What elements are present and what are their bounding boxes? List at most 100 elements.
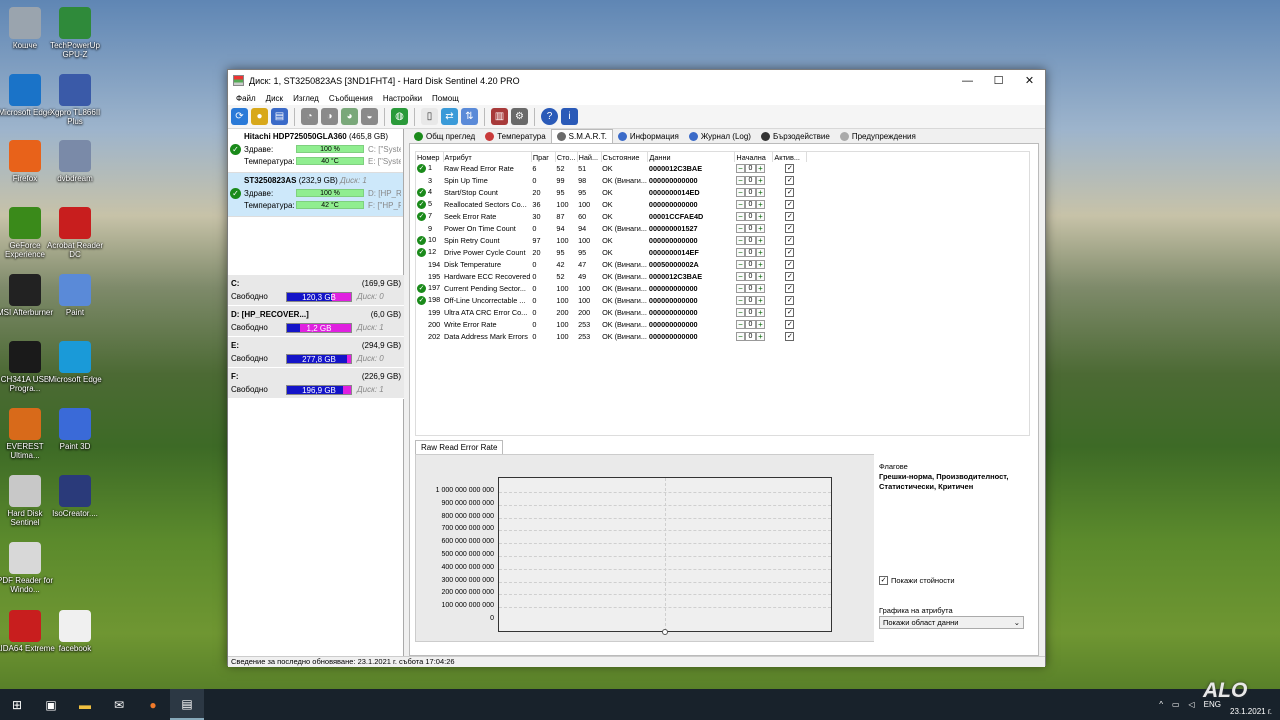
active-checkbox[interactable]: ✓ bbox=[785, 296, 795, 305]
title-bar[interactable]: Диск: 1, ST3250823AS [3ND1FHT4] - Hard D… bbox=[228, 70, 1045, 91]
desktop-shortcut[interactable]: TechPowerUp GPU-Z bbox=[45, 7, 105, 59]
menu-file[interactable]: Файл bbox=[231, 94, 261, 103]
clock-date[interactable]: 23.1.2021 г. bbox=[1230, 707, 1272, 716]
show-values-checkbox[interactable]: ✓ bbox=[879, 576, 888, 585]
volume-item[interactable]: D: [HP_RECOVER...] (6,0 GB) Свободно 1,2 G… bbox=[228, 306, 404, 337]
tab-2[interactable]: S.M.A.R.T. bbox=[550, 129, 613, 143]
settings-gear-icon[interactable]: ⚙ bbox=[511, 108, 528, 125]
firefox-taskbar-icon[interactable]: ● bbox=[136, 689, 170, 720]
column-header[interactable]: Данни bbox=[647, 152, 736, 162]
desktop-shortcut[interactable]: facebook bbox=[45, 610, 105, 653]
disk-status-icon[interactable]: ● bbox=[251, 108, 268, 125]
decrease-button[interactable]: − bbox=[735, 163, 745, 173]
decrease-button[interactable]: − bbox=[735, 283, 745, 293]
active-checkbox[interactable]: ✓ bbox=[785, 284, 795, 293]
increase-button[interactable]: + bbox=[755, 319, 765, 329]
file-explorer-icon[interactable]: ▬ bbox=[68, 689, 102, 720]
initial-value[interactable]: 0 bbox=[744, 295, 756, 305]
active-checkbox[interactable]: ✓ bbox=[785, 236, 795, 245]
increase-button[interactable]: + bbox=[755, 235, 765, 245]
disk-test-icon[interactable]: ◔ bbox=[301, 108, 318, 125]
column-header[interactable]: Сто... bbox=[555, 152, 578, 162]
increase-button[interactable]: + bbox=[755, 259, 765, 269]
table-row[interactable]: ✓ 197 Current Pending Sector... 0 100 10… bbox=[416, 282, 807, 294]
disk-tools-icon[interactable]: ◕ bbox=[341, 108, 358, 125]
sync-icon[interactable]: ⇄ bbox=[441, 108, 458, 125]
column-header[interactable]: Номер bbox=[416, 152, 444, 162]
active-checkbox[interactable]: ✓ bbox=[785, 212, 795, 221]
initial-value[interactable]: 0 bbox=[744, 283, 756, 293]
maximize-button[interactable]: ☐ bbox=[983, 70, 1014, 91]
initial-value[interactable]: 0 bbox=[744, 319, 756, 329]
increase-button[interactable]: + bbox=[755, 283, 765, 293]
initial-value[interactable]: 0 bbox=[744, 199, 756, 209]
tab-0[interactable]: Общ преглед bbox=[409, 129, 480, 143]
active-checkbox[interactable]: ✓ bbox=[785, 308, 795, 317]
minimize-button[interactable]: — bbox=[952, 70, 983, 91]
table-row[interactable]: 3 Spin Up Time 0 99 98 OK (Винаги... 000… bbox=[416, 174, 807, 186]
desktop-shortcut[interactable]: Paint 3D bbox=[45, 408, 105, 451]
volume-item[interactable]: C: (169,9 GB) Свободно 120,3 GB Диск: 0 bbox=[228, 275, 404, 306]
decrease-button[interactable]: − bbox=[735, 307, 745, 317]
chart-icon[interactable]: ▥ bbox=[491, 108, 508, 125]
acoustic-icon[interactable]: ◒ bbox=[361, 108, 378, 125]
table-row[interactable]: 194 Disk Temperature 0 42 47 OK (Винаги.… bbox=[416, 258, 807, 270]
increase-button[interactable]: + bbox=[755, 223, 765, 233]
store-icon[interactable]: ▣ bbox=[34, 689, 68, 720]
refresh-icon[interactable]: ⟳ bbox=[231, 108, 248, 125]
initial-value[interactable]: 0 bbox=[744, 331, 756, 341]
table-row[interactable]: ✓ 5 Reallocated Sectors Co... 36 100 100… bbox=[416, 198, 807, 210]
menu-view[interactable]: Изглед bbox=[288, 94, 324, 103]
volume-item[interactable]: E: (294,9 GB) Свободно 277,8 GB Диск: 0 bbox=[228, 337, 404, 368]
column-header[interactable]: Праг bbox=[531, 152, 556, 162]
active-checkbox[interactable]: ✓ bbox=[785, 188, 795, 197]
column-header[interactable]: Състояние bbox=[601, 152, 649, 162]
tab-6[interactable]: Предупреждения bbox=[835, 129, 921, 143]
decrease-button[interactable]: − bbox=[735, 295, 745, 305]
increase-button[interactable]: + bbox=[755, 247, 765, 257]
initial-value[interactable]: 0 bbox=[744, 175, 756, 185]
attr-graph-select[interactable]: Покажи област данни ⌄ bbox=[879, 616, 1024, 629]
increase-button[interactable]: + bbox=[755, 331, 765, 341]
network-icon[interactable]: ⇅ bbox=[461, 108, 478, 125]
decrease-button[interactable]: − bbox=[735, 175, 745, 185]
increase-button[interactable]: + bbox=[755, 187, 765, 197]
desktop-shortcut[interactable]: PDF Reader for Windo... bbox=[0, 542, 55, 594]
decrease-button[interactable]: − bbox=[735, 247, 745, 257]
surface-test-icon[interactable]: ◑ bbox=[321, 108, 338, 125]
initial-value[interactable]: 0 bbox=[744, 247, 756, 257]
desktop-shortcut[interactable]: Acrobat Reader DC bbox=[45, 207, 105, 259]
initial-value[interactable]: 0 bbox=[744, 211, 756, 221]
decrease-button[interactable]: − bbox=[735, 319, 745, 329]
increase-button[interactable]: + bbox=[755, 175, 765, 185]
document-icon[interactable]: ▯ bbox=[421, 108, 438, 125]
hdsentinel-taskbar-icon[interactable]: ▤ bbox=[170, 689, 204, 720]
increase-button[interactable]: + bbox=[755, 163, 765, 173]
increase-button[interactable]: + bbox=[755, 307, 765, 317]
table-row[interactable]: ✓ 7 Seek Error Rate 30 87 60 OK 00001CCF… bbox=[416, 210, 807, 222]
report-icon[interactable]: ▤ bbox=[271, 108, 288, 125]
globe-icon[interactable]: ◍ bbox=[391, 108, 408, 125]
desktop-shortcut[interactable]: Xgpro TL866II Plus bbox=[45, 74, 105, 126]
decrease-button[interactable]: − bbox=[735, 223, 745, 233]
increase-button[interactable]: + bbox=[755, 295, 765, 305]
active-checkbox[interactable]: ✓ bbox=[785, 200, 795, 209]
initial-value[interactable]: 0 bbox=[744, 259, 756, 269]
table-row[interactable]: 199 Ultra ATA CRC Error Co... 0 200 200 … bbox=[416, 306, 807, 318]
active-checkbox[interactable]: ✓ bbox=[785, 224, 795, 233]
table-row[interactable]: ✓ 12 Drive Power Cycle Count 20 95 95 OK… bbox=[416, 246, 807, 258]
decrease-button[interactable]: − bbox=[735, 271, 745, 281]
start-icon[interactable]: ⊞ bbox=[0, 689, 34, 720]
tab-3[interactable]: Информация bbox=[613, 129, 684, 143]
active-checkbox[interactable]: ✓ bbox=[785, 164, 795, 173]
decrease-button[interactable]: − bbox=[735, 235, 745, 245]
table-row[interactable]: 202 Data Address Mark Errors 0 100 253 O… bbox=[416, 330, 807, 342]
column-header[interactable]: Атрибут bbox=[443, 152, 532, 162]
table-row[interactable]: ✓ 198 Off-Line Uncorrectable ... 0 100 1… bbox=[416, 294, 807, 306]
decrease-button[interactable]: − bbox=[735, 211, 745, 221]
desktop-shortcut[interactable]: Microsoft Edge bbox=[45, 341, 105, 384]
initial-value[interactable]: 0 bbox=[744, 163, 756, 173]
increase-button[interactable]: + bbox=[755, 199, 765, 209]
active-checkbox[interactable]: ✓ bbox=[785, 332, 795, 341]
initial-value[interactable]: 0 bbox=[744, 271, 756, 281]
